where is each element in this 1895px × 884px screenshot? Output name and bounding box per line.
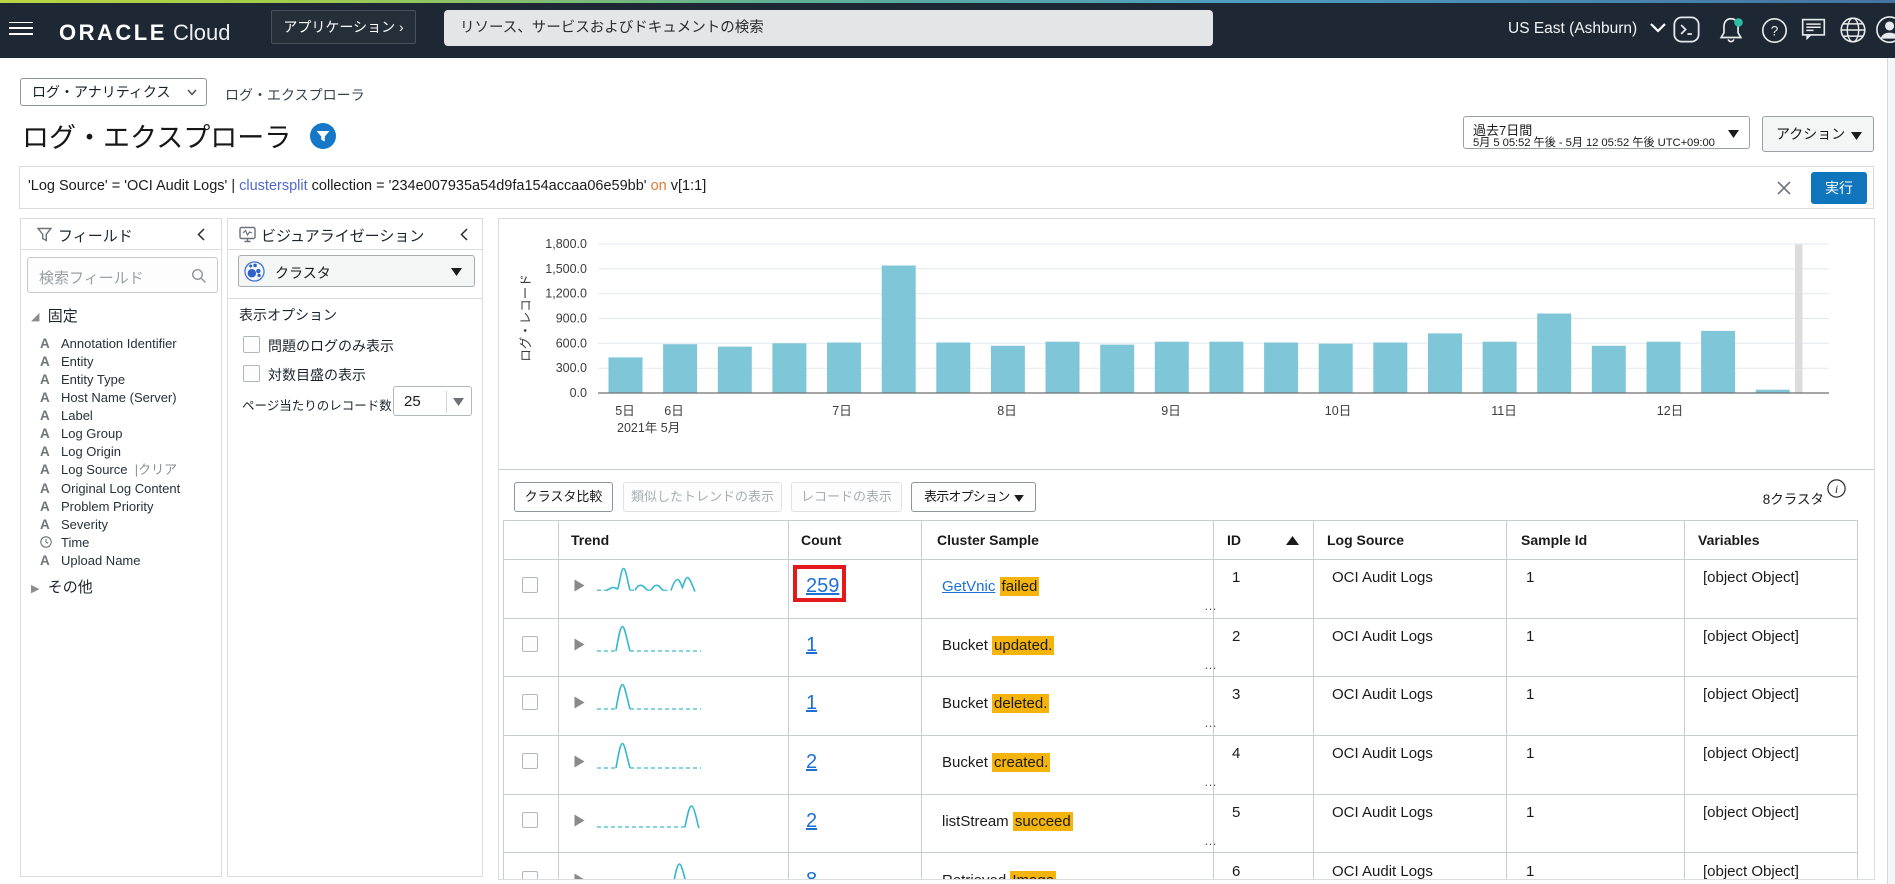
svg-text:12日: 12日 [1657, 404, 1683, 418]
svg-text:0.0: 0.0 [570, 386, 587, 400]
svg-text:11日: 11日 [1491, 404, 1516, 418]
svg-text:10日: 10日 [1325, 404, 1351, 418]
svg-text:6日: 6日 [664, 404, 683, 418]
svg-text:1,500.0: 1,500.0 [545, 262, 587, 276]
svg-text:2021年 5月: 2021年 5月 [617, 421, 680, 435]
svg-text:?: ? [1771, 23, 1779, 38]
svg-text:900.0: 900.0 [556, 312, 587, 326]
svg-text:1,800.0: 1,800.0 [545, 237, 587, 251]
svg-text:8日: 8日 [997, 404, 1016, 418]
svg-text:600.0: 600.0 [556, 336, 587, 350]
svg-text:5日: 5日 [615, 404, 634, 418]
svg-text:1,200.0: 1,200.0 [545, 287, 587, 301]
svg-text:ログ・レコード: ログ・レコード [519, 274, 533, 362]
svg-text:9日: 9日 [1161, 404, 1180, 418]
svg-text:7日: 7日 [832, 404, 851, 418]
svg-text:300.0: 300.0 [556, 361, 587, 375]
svg-text:i: i [1835, 482, 1838, 496]
